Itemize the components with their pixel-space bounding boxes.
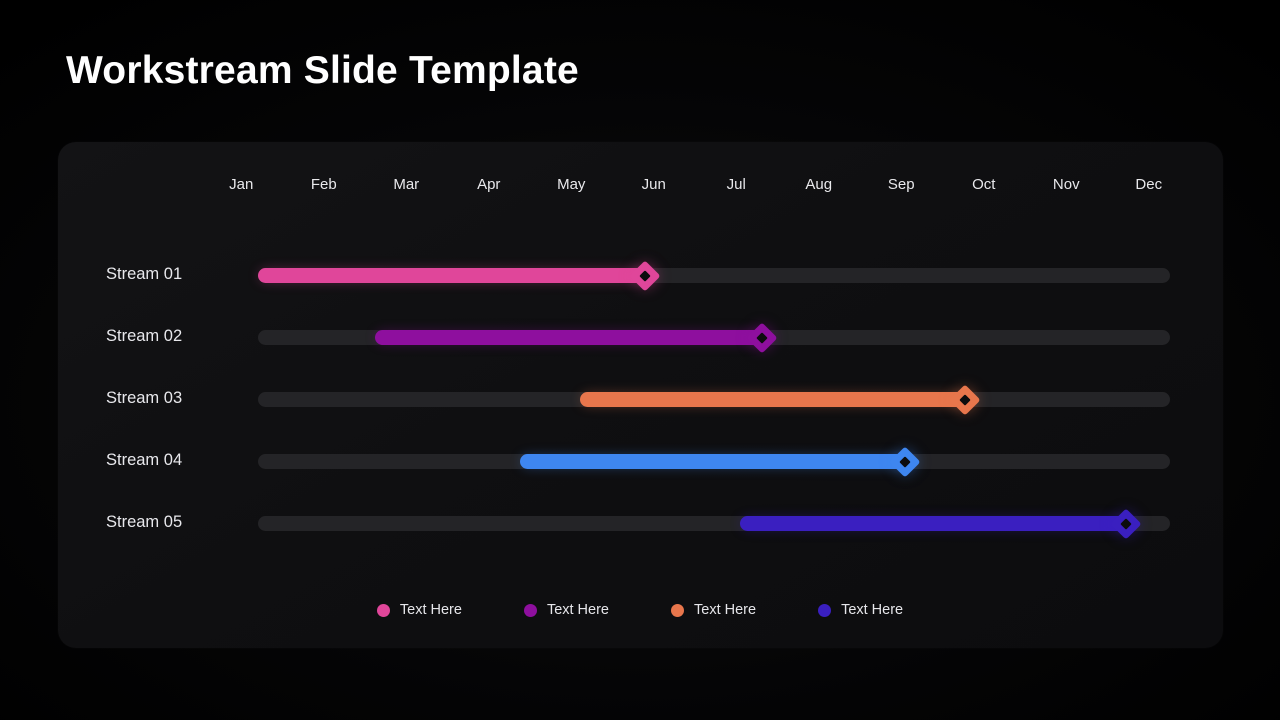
stream-label: Stream 03 (106, 389, 183, 407)
table-row: Stream 01 (0, 256, 1280, 296)
slide-canvas: Workstream Slide Template Jan Feb Mar Apr Ma… (0, 0, 1280, 720)
timeline-track[interactable] (258, 445, 1170, 478)
legend-item[interactable]: Text Here (376, 602, 462, 618)
chart-legend: Text Here Text Here Text Here Text Here (0, 598, 1280, 622)
table-row: Stream 03 (0, 380, 1280, 420)
timeline-track[interactable] (258, 259, 1170, 292)
stream-label: Stream 05 (106, 513, 183, 531)
legend-item[interactable]: Text Here (523, 602, 609, 618)
timeline-bar[interactable] (519, 454, 905, 469)
legend-dot-icon (523, 603, 537, 617)
legend-dot-icon (376, 603, 390, 617)
timeline-bar[interactable] (374, 330, 763, 345)
milestone-diamond-icon[interactable] (949, 383, 981, 416)
milestone-diamond-icon[interactable] (1110, 507, 1142, 540)
milestone-diamond-icon[interactable] (889, 445, 921, 478)
timeline-bar[interactable] (258, 268, 645, 283)
legend-item[interactable]: Text Here (818, 602, 903, 618)
table-row: Stream 02 (0, 318, 1280, 358)
table-row: Stream 04 (0, 442, 1280, 482)
timeline-track[interactable] (258, 383, 1170, 416)
legend-dot-icon (818, 603, 832, 617)
milestone-diamond-icon[interactable] (746, 321, 778, 354)
timeline-bar[interactable] (579, 392, 965, 407)
legend-label: Text Here (841, 602, 904, 618)
table-row: Stream 05 (0, 504, 1280, 544)
milestone-diamond-icon[interactable] (629, 259, 661, 292)
timeline-track[interactable] (258, 507, 1170, 540)
legend-dot-icon (671, 603, 684, 617)
stream-label: Stream 02 (106, 327, 183, 345)
legend-label: Text Here (694, 602, 757, 618)
stream-label: Stream 04 (106, 451, 183, 469)
stream-label: Stream 01 (106, 265, 183, 283)
legend-label: Text Here (546, 602, 609, 618)
legend-label: Text Here (399, 602, 462, 618)
timeline-bar[interactable] (740, 516, 1127, 531)
legend-item[interactable]: Text Here (671, 602, 756, 618)
timeline-track[interactable] (258, 321, 1170, 354)
